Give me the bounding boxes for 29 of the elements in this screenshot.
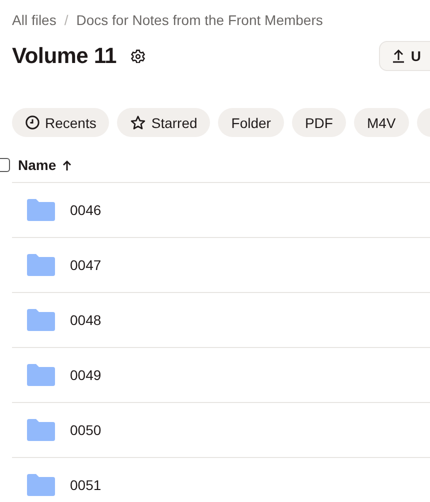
filter-chip[interactable]: Folder [218,108,284,137]
file-name[interactable]: 0049 [70,367,102,383]
filter-chip[interactable]: PDF [292,108,346,137]
folder-icon [27,254,55,276]
file-name[interactable]: 0046 [70,202,102,218]
column-header[interactable]: Name [18,157,56,173]
star-icon [130,114,146,130]
folder-icon [27,364,55,386]
upload-icon [392,49,405,63]
clock-icon [25,115,40,130]
filter-chip[interactable]: M4V [354,108,409,137]
sort-arrow-icon[interactable] [62,160,72,170]
breadcrumb-separator: / [64,12,68,28]
file-name[interactable]: 0050 [70,422,102,438]
settings-icon[interactable] [130,49,144,63]
filter-chip[interactable]: Recents [12,108,110,137]
upload-button[interactable]: U [378,41,430,71]
folder-icon [27,309,55,331]
file-name[interactable]: 0048 [70,312,102,328]
folder-icon [27,474,55,496]
select-all-checkbox[interactable] [0,158,10,172]
breadcrumb-link[interactable]: Docs for Notes from the Front Members [76,12,323,28]
folder-icon [27,199,55,221]
breadcrumb-link[interactable]: All files [12,12,56,28]
file-name[interactable]: 0051 [70,477,102,493]
file-name[interactable]: 0047 [70,257,102,273]
filter-chip[interactable]: Starred [117,108,210,137]
folder-icon [27,419,55,441]
folder-title: Volume 11 [12,43,116,69]
